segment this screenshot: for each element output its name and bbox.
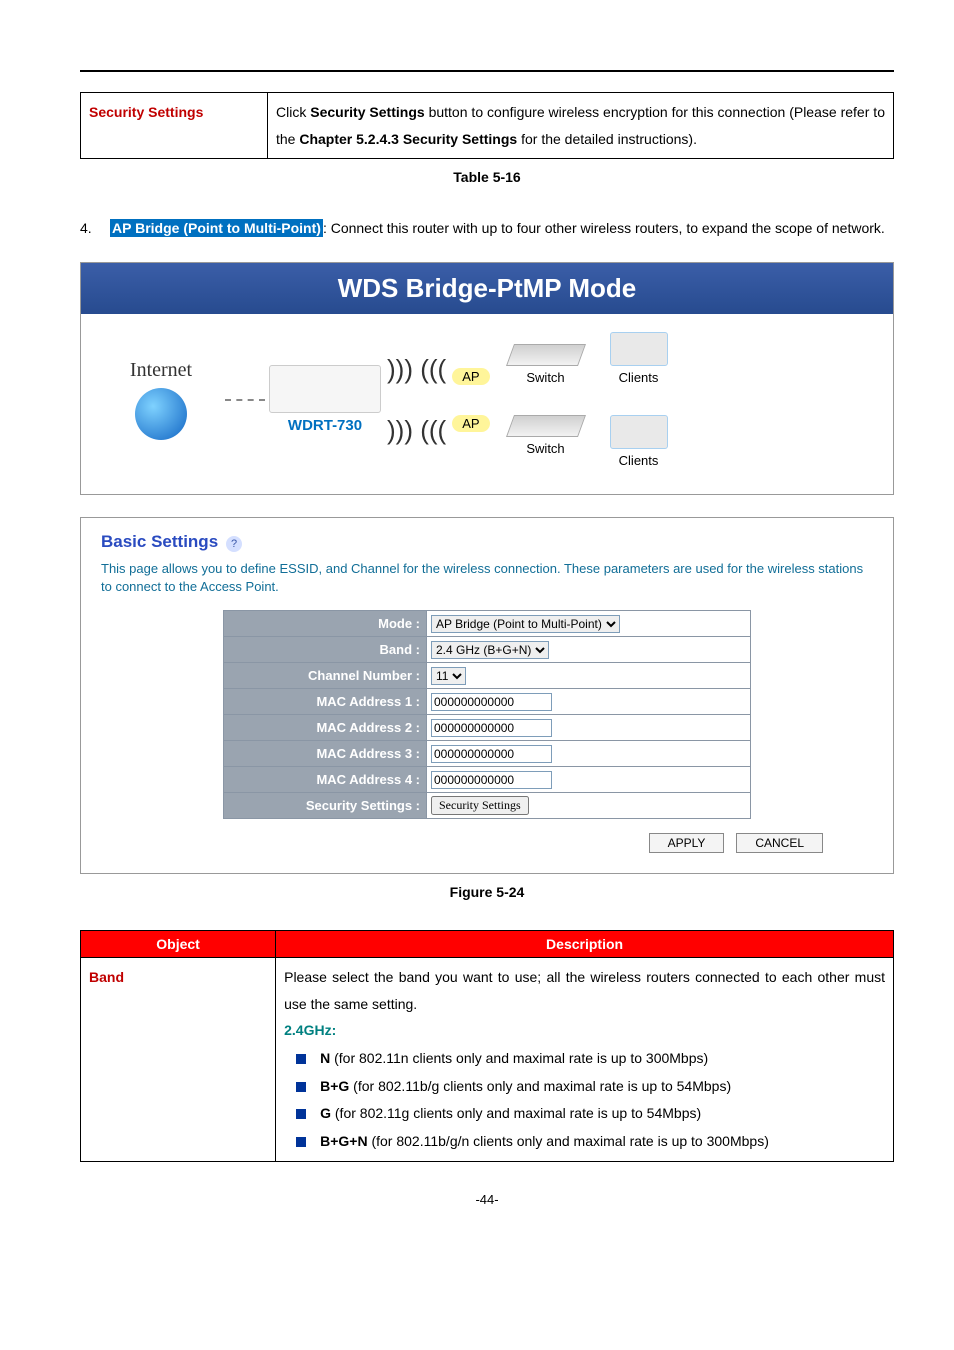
- wds-title: WDS Bridge-PtMP Mode: [81, 263, 893, 314]
- laptop-icon: [610, 332, 668, 366]
- square-bullet-icon: [296, 1109, 306, 1119]
- clients-label: Clients: [619, 370, 659, 385]
- tbl516-b2: Chapter 5.2.4.3 Security Settings: [299, 131, 517, 147]
- switch-label: Switch: [526, 370, 564, 385]
- mac2-input[interactable]: [431, 719, 552, 737]
- internet-label: Internet: [101, 359, 221, 382]
- label-mode: Mode :: [224, 611, 427, 637]
- label-channel: Channel Number :: [224, 663, 427, 689]
- wireless-icon: ))) (((: [381, 354, 452, 385]
- freq-label: 2.4GHz:: [284, 1017, 885, 1044]
- tbl516-b1: Security Settings: [310, 104, 424, 120]
- band-intro: Please select the band you want to use; …: [284, 964, 885, 1017]
- opt-bgn-t: (for 802.11b/g/n clients only and maxima…: [368, 1133, 769, 1149]
- help-icon[interactable]: ?: [226, 536, 242, 552]
- mode-select[interactable]: AP Bridge (Point to Multi-Point): [431, 615, 620, 633]
- ap-label: AP: [452, 368, 489, 385]
- label-mac2: MAC Address 2 :: [224, 715, 427, 741]
- opt-bg-b: B+G: [320, 1078, 349, 1094]
- wireless-icon: ))) (((: [381, 415, 452, 446]
- channel-select[interactable]: 11: [431, 667, 466, 685]
- obj-band: Band: [81, 958, 276, 1162]
- desc-band: Please select the band you want to use; …: [276, 958, 894, 1162]
- globe-icon: [135, 388, 187, 440]
- opt-n-t: (for 802.11n clients only and maximal ra…: [330, 1050, 708, 1066]
- para-number: 4.: [80, 215, 96, 242]
- label-band: Band :: [224, 637, 427, 663]
- router-icon: [269, 365, 381, 413]
- page-number: -44-: [80, 1192, 894, 1207]
- clients-label: Clients: [619, 453, 659, 468]
- switch-icon: [506, 344, 586, 366]
- table-5-16-caption: Table 5-16: [80, 169, 894, 185]
- switch-label: Switch: [526, 441, 564, 456]
- figure-5-24-caption: Figure 5-24: [80, 884, 894, 900]
- square-bullet-icon: [296, 1137, 306, 1147]
- para-rest: : Connect this router with up to four ot…: [323, 220, 885, 236]
- label-mac4: MAC Address 4 :: [224, 767, 427, 793]
- tbl516-right: Click Security Settings button to config…: [267, 93, 893, 159]
- ap-bridge-highlight: AP Bridge (Point to Multi-Point): [110, 219, 323, 237]
- paragraph-4: 4. AP Bridge (Point to Multi-Point): Con…: [80, 215, 894, 242]
- page-top-rule: [80, 70, 894, 72]
- description-table: Object Description Band Please select th…: [80, 930, 894, 1162]
- mac4-input[interactable]: [431, 771, 552, 789]
- apply-button[interactable]: APPLY: [649, 833, 725, 853]
- settings-table: Mode : AP Bridge (Point to Multi-Point) …: [223, 610, 751, 819]
- opt-bg-t: (for 802.11b/g clients only and maximal …: [349, 1078, 731, 1094]
- label-security: Security Settings :: [224, 793, 427, 819]
- dashed-line: [225, 399, 265, 401]
- ap-label: AP: [452, 415, 489, 432]
- th-object: Object: [81, 931, 276, 958]
- opt-n-b: N: [320, 1050, 330, 1066]
- mac1-input[interactable]: [431, 693, 552, 711]
- tbl516-pre: Click: [276, 104, 310, 120]
- table-5-16: Security Settings Click Security Setting…: [80, 92, 894, 159]
- label-mac3: MAC Address 3 :: [224, 741, 427, 767]
- security-settings-button[interactable]: Security Settings: [431, 796, 529, 815]
- opt-g-b: G: [320, 1105, 331, 1121]
- tbl516-suf: for the detailed instructions).: [517, 131, 697, 147]
- mac3-input[interactable]: [431, 745, 552, 763]
- basic-settings-desc: This page allows you to define ESSID, an…: [101, 560, 873, 596]
- cancel-button[interactable]: CANCEL: [736, 833, 823, 853]
- th-description: Description: [276, 931, 894, 958]
- para-body: AP Bridge (Point to Multi-Point): Connec…: [110, 215, 894, 242]
- basic-settings-form: Basic Settings ? This page allows you to…: [80, 517, 894, 874]
- band-select[interactable]: 2.4 GHz (B+G+N): [431, 641, 549, 659]
- laptop-icon: [610, 415, 668, 449]
- wds-diagram: WDS Bridge-PtMP Mode Internet WDRT-730 )…: [80, 262, 894, 495]
- label-mac1: MAC Address 1 :: [224, 689, 427, 715]
- opt-g-t: (for 802.11g clients only and maximal ra…: [331, 1105, 701, 1121]
- basic-settings-title: Basic Settings: [101, 532, 218, 551]
- square-bullet-icon: [296, 1054, 306, 1064]
- opt-bgn-b: B+G+N: [320, 1133, 367, 1149]
- switch-icon: [506, 415, 586, 437]
- router-label: WDRT-730: [269, 417, 381, 434]
- square-bullet-icon: [296, 1082, 306, 1092]
- tbl516-left: Security Settings: [81, 93, 268, 159]
